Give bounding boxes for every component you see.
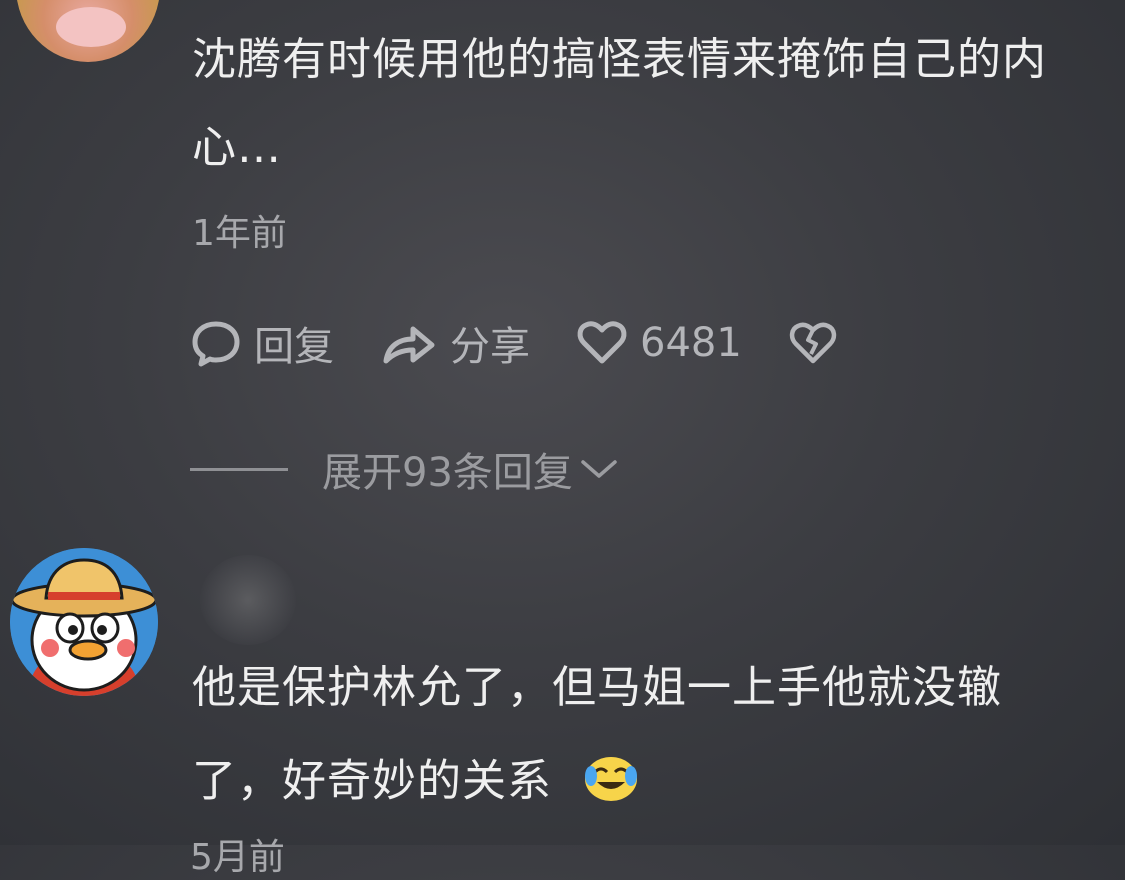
comment-timestamp: 5月前 (190, 837, 285, 878)
avatar-image-detail (56, 7, 126, 47)
divider-line (190, 467, 288, 471)
chevron-down-icon (581, 460, 617, 478)
dislike-button[interactable] (788, 320, 850, 366)
comment-text-line: 心… (192, 122, 282, 173)
reply-label: 回复 (254, 324, 334, 370)
comment-timestamp: 1年前 (192, 213, 287, 254)
duck-avatar-image (10, 548, 158, 696)
reply-button[interactable]: 回复 (190, 314, 334, 372)
share-arrow-icon (383, 326, 435, 364)
like-count: 6481 (640, 320, 742, 366)
comment-text: 了，好奇妙的关系 (192, 755, 552, 807)
user-avatar[interactable] (16, 0, 160, 62)
comment-text-line: 他是保护林允了，但马姐一上手他就没辙 (192, 662, 1002, 713)
comment-text-line: 沈腾有时候用他的搞怪表情来掩饰自己的内 (192, 34, 1047, 85)
broken-heart-icon (789, 322, 836, 364)
share-label: 分享 (450, 324, 530, 370)
expand-replies-label: 展开93条回复 (322, 450, 573, 496)
comment-actions: 回复 分享 6481 (190, 318, 896, 370)
crying-laugh-emoji-icon (581, 752, 641, 815)
share-button[interactable]: 分享 (380, 314, 530, 372)
heart-icon (577, 321, 627, 364)
like-button[interactable]: 6481 (576, 319, 742, 367)
expand-replies-button[interactable]: 展开93条回复 (190, 440, 619, 498)
comment-text-line: 了，好奇妙的关系 (192, 752, 641, 815)
comment-bubble-icon (192, 321, 240, 367)
user-avatar[interactable] (10, 548, 158, 696)
blurred-avatar (200, 555, 296, 645)
